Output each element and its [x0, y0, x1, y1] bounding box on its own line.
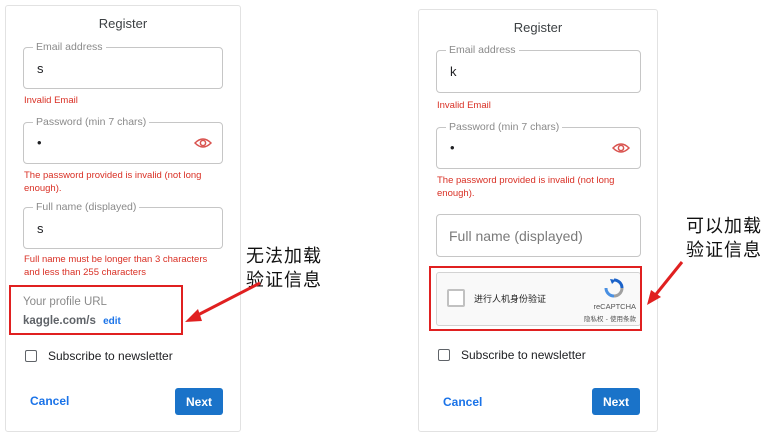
fullname-field[interactable]: Full name (displayed) s [23, 201, 223, 249]
password-error-line2: enough). [24, 182, 62, 194]
newsletter-label: Subscribe to newsletter [461, 348, 586, 362]
password-error-line1: The password provided is invalid (not lo… [24, 170, 202, 181]
annotation-right: 可以加载 验证信息 [686, 215, 762, 263]
email-field-value: k [450, 64, 457, 79]
annotation-right-line1: 可以加载 [686, 216, 762, 237]
highlight-box-recaptcha [429, 266, 642, 331]
fullname-field-value: s [37, 221, 44, 236]
password-field-value: • [37, 135, 42, 150]
password-error-line2: enough). [437, 187, 475, 199]
page-title: Register [98, 16, 148, 31]
password-field[interactable]: Password (min 7 chars) • [23, 116, 223, 164]
password-error: The password provided is invalid (not lo… [437, 175, 614, 200]
cancel-button[interactable]: Cancel [30, 394, 69, 408]
fullname-field-label: Full name (displayed) [33, 201, 140, 214]
email-field-label: Email address [33, 41, 106, 54]
register-panel-left: Register Email address s Invalid Email P… [5, 5, 241, 432]
next-button[interactable]: Next [592, 388, 640, 415]
fullname-error-line2: and less than 255 characters [24, 266, 146, 278]
newsletter-label: Subscribe to newsletter [48, 349, 173, 363]
cancel-button[interactable]: Cancel [443, 395, 482, 409]
password-error-line1: The password provided is invalid (not lo… [437, 175, 615, 186]
email-field-value: s [37, 61, 44, 76]
newsletter-checkbox[interactable] [438, 349, 450, 361]
show-password-eye-icon[interactable] [194, 137, 212, 149]
page-title: Register [513, 20, 563, 35]
password-error: The password provided is invalid (not lo… [24, 170, 201, 195]
highlight-box-profile [9, 285, 183, 335]
email-field[interactable]: Email address k [436, 44, 641, 93]
show-password-eye-icon[interactable] [612, 142, 630, 154]
fullname-error-line1: Full name must be longer than 3 characte… [24, 254, 208, 265]
email-error: Invalid Email [24, 95, 78, 106]
email-error: Invalid Email [437, 100, 491, 111]
password-field[interactable]: Password (min 7 chars) • [436, 121, 641, 169]
fullname-field[interactable]: Full name (displayed) [436, 214, 641, 257]
annotation-left-line2: 验证信息 [246, 270, 322, 291]
annotation-left: 无法加载 验证信息 [246, 245, 322, 293]
next-button[interactable]: Next [175, 388, 223, 415]
register-panel-right: Register Email address k Invalid Email P… [418, 9, 658, 432]
password-field-label: Password (min 7 chars) [33, 116, 150, 129]
password-field-label: Password (min 7 chars) [446, 121, 563, 134]
newsletter-checkbox[interactable] [25, 350, 37, 362]
annotation-left-line1: 无法加载 [246, 246, 322, 267]
email-field[interactable]: Email address s [23, 41, 223, 89]
fullname-error: Full name must be longer than 3 characte… [24, 254, 207, 279]
annotation-right-line2: 验证信息 [686, 240, 762, 261]
email-field-label: Email address [446, 44, 519, 57]
password-field-value: • [450, 140, 455, 155]
fullname-placeholder: Full name (displayed) [449, 228, 583, 244]
